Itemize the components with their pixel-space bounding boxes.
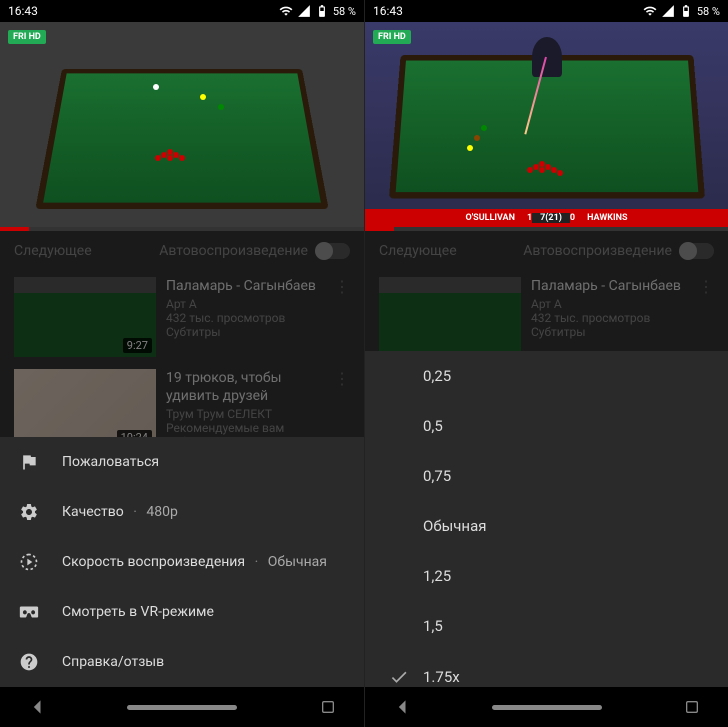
menu-vr[interactable]: Смотреть в VR-режиме: [0, 587, 364, 637]
more-icon[interactable]: ⋮: [334, 369, 350, 388]
video-duration: 9:27: [123, 338, 152, 353]
nav-recent-icon[interactable]: [320, 699, 336, 715]
left-screen: 16:43 58 % FRI HD: [0, 0, 364, 727]
video-title: Паламарь - Сагынбаев: [166, 277, 324, 295]
speed-option-6[interactable]: 1.75x: [365, 651, 728, 687]
score-bar: O'SULLIVAN 1 7(21) 0 HAWKINS: [365, 209, 728, 227]
nav-bar: [365, 687, 728, 727]
speed-icon: [18, 551, 40, 573]
next-row: Следующее Автовоспроизведение: [0, 231, 364, 271]
more-icon[interactable]: ⋮: [698, 277, 714, 296]
score-right-name: HAWKINS: [575, 213, 639, 223]
video-thumbnail: [379, 277, 521, 357]
dimmed-content: Следующее Автовоспроизведение Паламарь -…: [365, 231, 728, 363]
autoplay-row: Автовоспроизведение: [523, 243, 714, 259]
gear-icon: [18, 501, 40, 523]
status-battery: 58 %: [333, 5, 356, 18]
more-icon[interactable]: ⋮: [334, 277, 350, 296]
autoplay-label: Автовоспроизведение: [523, 243, 672, 259]
menu-quality-value: 480p: [146, 504, 177, 520]
video-meta: Паламарь - Сагынбаев Арт А 432 тыс. прос…: [531, 277, 688, 339]
status-right: 58 %: [279, 4, 356, 18]
next-label: Следующее: [379, 243, 457, 259]
help-icon: [18, 651, 40, 673]
autoplay-toggle[interactable]: [680, 243, 714, 259]
check-icon: [383, 667, 415, 687]
video-views: Рекомендуемые вам: [166, 421, 324, 435]
status-time: 16:43: [8, 4, 38, 18]
suggested-video-1[interactable]: 9:27 Паламарь - Сагынбаев Арт А 432 тыс.…: [0, 271, 364, 363]
menu-speed-label: Скорость воспроизведения: [62, 554, 245, 570]
video-views: 432 тыс. просмотров: [531, 311, 688, 325]
signal-icon: [297, 4, 311, 18]
score-center: 7(21): [532, 213, 570, 223]
video-subtitles-badge: Субтитры: [531, 325, 688, 339]
nav-home-pill[interactable]: [492, 705, 602, 710]
battery-icon: [679, 4, 693, 18]
video-channel: Арт А: [166, 297, 324, 311]
status-bar: 16:43 58 %: [0, 0, 364, 22]
menu-quality[interactable]: Качество · 480p: [0, 487, 364, 537]
dimmed-content: Следующее Автовоспроизведение 9:27 Палам…: [0, 231, 364, 455]
vr-icon: [18, 601, 40, 623]
video-thumbnail-scene: [0, 22, 364, 227]
channel-badge: FRI HD: [8, 30, 46, 44]
nav-recent-icon[interactable]: [684, 699, 700, 715]
speed-option-5[interactable]: 1,5: [365, 601, 728, 651]
wifi-icon: [279, 4, 293, 18]
nav-bar: [0, 687, 364, 727]
video-subtitles-badge: Субтитры: [166, 325, 324, 339]
status-right: 58 %: [643, 4, 720, 18]
below-video-area: Следующее Автовоспроизведение 9:27 Палам…: [0, 231, 364, 687]
speed-option-1[interactable]: 0,5: [365, 401, 728, 451]
wifi-icon: [643, 4, 657, 18]
speed-option-4[interactable]: 1,25: [365, 551, 728, 601]
autoplay-row: Автовоспроизведение: [159, 243, 350, 259]
menu-vr-label: Смотреть в VR-режиме: [62, 604, 214, 620]
below-video-area: Следующее Автовоспроизведение Паламарь -…: [365, 231, 728, 687]
next-row: Следующее Автовоспроизведение: [365, 231, 728, 271]
nav-home-pill[interactable]: [127, 705, 237, 710]
next-label: Следующее: [14, 243, 92, 259]
speed-option-3[interactable]: Обычная: [365, 501, 728, 551]
menu-speed-value: Обычная: [268, 554, 327, 570]
signal-icon: [661, 4, 675, 18]
menu-quality-label: Качество: [62, 504, 124, 520]
flag-icon: [18, 451, 40, 473]
video-title: Паламарь - Сагынбаев: [531, 277, 688, 295]
video-title: 19 трюков, чтобы удивить друзей: [166, 369, 324, 405]
status-battery: 58 %: [697, 5, 720, 18]
menu-help[interactable]: Справка/отзыв: [0, 637, 364, 687]
video-channel: Трум Трум СЕЛЕКТ: [166, 407, 324, 421]
menu-speed[interactable]: Скорость воспроизведения · Обычная: [0, 537, 364, 587]
video-thumbnail-scene: O'SULLIVAN 1 7(21) 0 HAWKINS: [365, 22, 728, 227]
speed-option-0[interactable]: 0,25: [365, 351, 728, 401]
battery-icon: [315, 4, 329, 18]
menu-help-label: Справка/отзыв: [62, 654, 164, 670]
right-screen: 16:43 58 %: [364, 0, 728, 727]
autoplay-toggle[interactable]: [316, 243, 350, 259]
suggested-video-1[interactable]: Паламарь - Сагынбаев Арт А 432 тыс. прос…: [365, 271, 728, 363]
video-player[interactable]: O'SULLIVAN 1 7(21) 0 HAWKINS FRI HD: [365, 22, 728, 227]
autoplay-label: Автовоспроизведение: [159, 243, 308, 259]
nav-back-icon[interactable]: [28, 697, 48, 717]
video-meta: Паламарь - Сагынбаев Арт А 432 тыс. прос…: [166, 277, 324, 339]
menu-report[interactable]: Пожаловаться: [0, 437, 364, 487]
score-left-name: O'SULLIVAN: [454, 213, 527, 223]
nav-back-icon[interactable]: [393, 697, 413, 717]
options-sheet: Пожаловаться Качество · 480p Скорость во…: [0, 437, 364, 687]
status-bar: 16:43 58 %: [365, 0, 728, 22]
speed-option-2[interactable]: 0,75: [365, 451, 728, 501]
video-player[interactable]: FRI HD: [0, 22, 364, 227]
video-views: 432 тыс. просмотров: [166, 311, 324, 325]
video-channel: Арт А: [531, 297, 688, 311]
video-thumbnail: 9:27: [14, 277, 156, 357]
status-time: 16:43: [373, 4, 403, 18]
speed-sheet: 0,25 0,5 0,75 Обычная 1,25 1,5 1.75x 2x: [365, 351, 728, 687]
menu-report-label: Пожаловаться: [62, 454, 159, 470]
channel-badge: FRI HD: [373, 30, 411, 44]
